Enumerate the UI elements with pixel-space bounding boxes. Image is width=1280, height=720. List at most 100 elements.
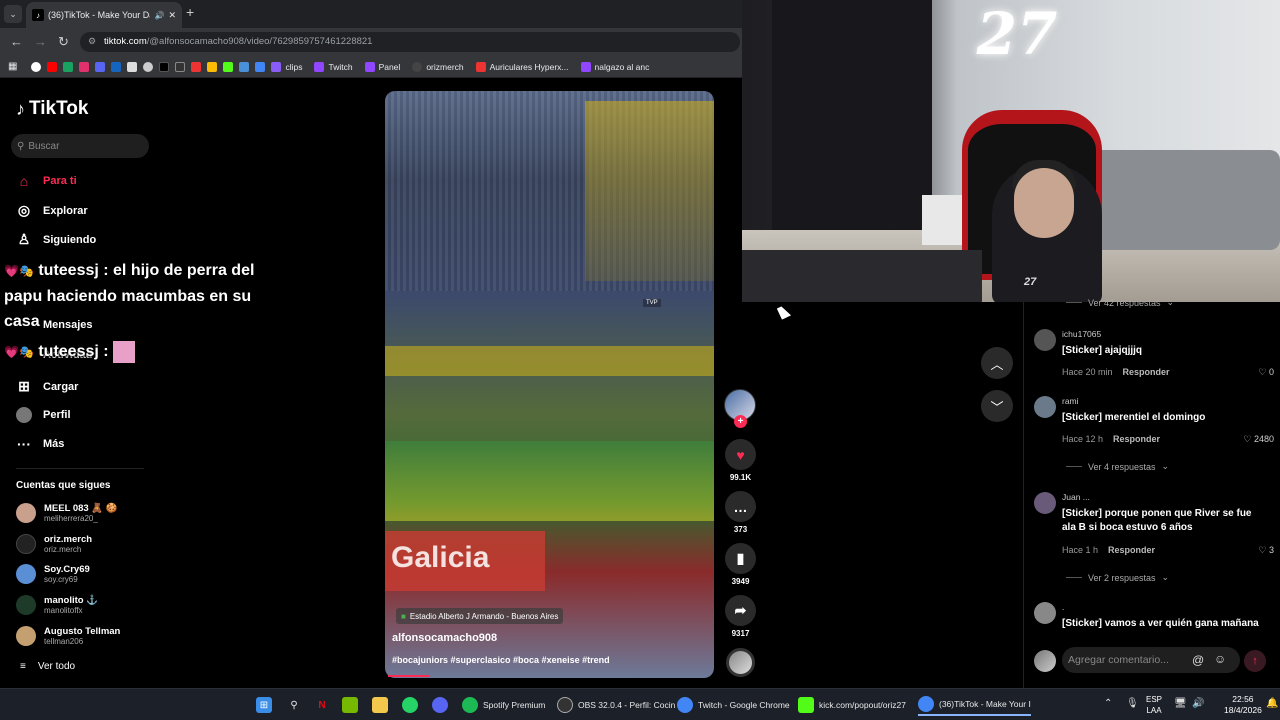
comment-like-button[interactable]: ♡ 3 — [1258, 545, 1274, 556]
nav-perfil[interactable]: Perfil — [16, 407, 71, 423]
bookmark-clips[interactable]: clips — [271, 61, 302, 72]
notification-icon[interactable]: 🔔 — [1266, 698, 1278, 709]
photos-bookmark-icon[interactable] — [207, 61, 218, 72]
share-button[interactable]: ➦ 9317 — [725, 595, 756, 638]
search-taskbar-button[interactable]: ⚲ — [286, 694, 302, 716]
kick-taskbar-button[interactable]: kick.com/popout/oriz27 — [798, 694, 906, 716]
close-tab-icon[interactable]: ✕ — [168, 10, 176, 21]
following-item[interactable]: Augusto Tellman tellman206 — [16, 626, 120, 646]
sheets-bookmark-icon[interactable] — [63, 61, 74, 72]
avatar[interactable] — [1034, 602, 1056, 624]
avatar[interactable] — [1034, 329, 1056, 351]
nav-para-ti[interactable]: ⌂ Para ti — [16, 173, 77, 189]
nav-siguiendo[interactable]: ♙ Siguiendo — [16, 231, 96, 248]
threads-bookmark-icon[interactable] — [175, 61, 186, 72]
translate-bookmark-icon[interactable] — [255, 61, 266, 72]
tab-tiktok[interactable]: ♪ (36)TikTok - Make Your Day 🔊 ✕ — [26, 2, 182, 28]
following-item[interactable]: oriz.merch oriz.merch — [16, 534, 92, 554]
whatsapp-taskbar-button[interactable] — [402, 694, 418, 716]
volume-icon[interactable]: 🔊 — [1192, 698, 1204, 709]
youtube-bookmark-icon[interactable] — [47, 61, 58, 72]
reply-button[interactable]: Responder — [1108, 545, 1155, 555]
tiktok-chrome-taskbar-button[interactable]: (36)TikTok - Make Your I — [918, 694, 1031, 716]
following-item[interactable]: MEEL 083 🧸 🍪 meliherrera20_ — [16, 503, 118, 523]
tray-overflow-icon[interactable]: ⌃ — [1104, 698, 1112, 709]
emoji-icon[interactable]: ☺ — [1214, 652, 1226, 666]
reply-button[interactable]: Responder — [1123, 367, 1170, 377]
save-button[interactable]: ▮ 3949 — [725, 543, 756, 586]
tiktok-bookmark-icon[interactable] — [159, 61, 170, 72]
comment-like-button[interactable]: ♡ 0 — [1258, 367, 1274, 378]
previous-video-button[interactable]: ︿ — [981, 347, 1013, 379]
apps-grid-icon[interactable]: ▦ — [8, 61, 17, 72]
comment-button[interactable]: … 373 — [725, 491, 756, 534]
start-button[interactable]: ⊞ — [256, 694, 272, 716]
location-tag[interactable]: ■ Estadio Alberto J Armando - Buenos Aire… — [396, 608, 564, 624]
video-hashtags[interactable]: #bocajuniors #superclasico #boca #xeneis… — [392, 655, 610, 665]
video-progress[interactable] — [388, 675, 430, 677]
speaker-icon[interactable]: 🔊 — [154, 11, 164, 20]
instagram-bookmark-icon[interactable] — [79, 61, 90, 72]
chrome-bookmark-icon[interactable] — [143, 61, 154, 72]
site-info-icon[interactable]: ⚙ — [88, 36, 96, 47]
like-button[interactable]: ♥ 99.1K — [725, 439, 756, 482]
nav-explorar[interactable]: ◎ Explorar — [16, 202, 88, 219]
following-item[interactable]: manolito ⚓ manolitoffx — [16, 595, 98, 615]
microphone-icon[interactable]: 🎙 — [1126, 698, 1139, 709]
twitch-chrome-taskbar-button[interactable]: Twitch - Google Chrome — [677, 694, 790, 716]
clock[interactable]: 22:56 18/4/2026 — [1224, 694, 1262, 716]
file-explorer-taskbar-button[interactable] — [372, 694, 388, 716]
bookmark-twitch[interactable]: Twitch — [314, 61, 353, 72]
music-disc-icon[interactable] — [726, 648, 755, 677]
video-player[interactable]: Galicia TVP — [385, 91, 714, 678]
whatsapp-icon — [402, 697, 418, 713]
spotify-taskbar-button[interactable]: Spotify Premium — [462, 694, 545, 716]
language-indicator[interactable]: ESP LAA — [1146, 694, 1162, 716]
discord-bookmark-icon[interactable] — [95, 61, 106, 72]
send-comment-button[interactable]: ↑ — [1244, 650, 1266, 672]
view-replies-button[interactable]: Ver 2 respuestas ⌄ — [1066, 572, 1169, 583]
see-all-button[interactable]: ≡ Ver todo — [20, 661, 75, 672]
follow-plus-icon[interactable]: + — [734, 415, 747, 428]
bookmark-nalgazo[interactable]: nalgazo al anc — [580, 61, 649, 72]
new-tab-button[interactable]: + — [186, 4, 194, 20]
bookmark-auriculares[interactable]: Auriculares Hyperx... — [475, 61, 569, 72]
next-video-button[interactable]: ﹀ — [981, 390, 1013, 422]
video-author[interactable]: alfonsocamacho908 — [392, 632, 497, 644]
obs-taskbar-button[interactable]: OBS 32.0.4 - Perfil: Cocin — [557, 694, 675, 716]
comment-like-button[interactable]: ♡ 2480 — [1243, 434, 1274, 445]
url-field[interactable]: ⚙ tiktok.com/@alfonsocamacho908/video/76… — [80, 32, 740, 52]
nav-cargar[interactable]: ⊞ Cargar — [16, 378, 78, 395]
discord-icon — [432, 697, 448, 713]
google-bookmark-icon[interactable] — [31, 61, 42, 72]
cloud-bookmark-icon[interactable] — [239, 61, 250, 72]
paypal-bookmark-icon[interactable] — [111, 61, 122, 72]
view-replies-button[interactable]: Ver 4 respuestas ⌄ — [1066, 461, 1169, 472]
github-bookmark-icon[interactable] — [127, 61, 138, 72]
download-bookmark-icon[interactable] — [191, 61, 202, 72]
discord-taskbar-button[interactable] — [432, 694, 448, 716]
neon-sign: 27 — [976, 0, 1058, 68]
forward-icon[interactable]: → — [34, 34, 47, 49]
bookmark-orizmerch[interactable]: orizmerch — [412, 61, 464, 72]
search-input[interactable]: ⚲ Buscar — [11, 134, 149, 158]
compass-icon: ◎ — [17, 202, 31, 218]
view-replies-button[interactable]: Ver 42 respuestas ⌄ — [1066, 297, 1174, 308]
nvidia-taskbar-button[interactable] — [342, 694, 358, 716]
bookmark-panel[interactable]: Panel — [364, 61, 400, 72]
avatar[interactable] — [1034, 492, 1056, 514]
nav-mas[interactable]: ··· Más — [16, 436, 64, 452]
tab-search-button[interactable]: ⌄ — [4, 5, 22, 23]
network-icon[interactable]: 🖥 — [1174, 698, 1187, 709]
mention-icon[interactable]: @ — [1192, 653, 1204, 667]
netflix-taskbar-button[interactable]: N — [314, 694, 330, 716]
kick-bookmark-icon[interactable] — [223, 61, 234, 72]
reload-icon[interactable]: ↻ — [58, 34, 69, 50]
chat-badge-icon: 💗🎭 — [4, 264, 34, 278]
reply-button[interactable]: Responder — [1113, 434, 1160, 444]
avatar[interactable] — [1034, 396, 1056, 418]
following-item[interactable]: Soy.Cry69 soy.cry69 — [16, 564, 90, 584]
back-icon[interactable]: ← — [10, 34, 23, 49]
tiktok-logo[interactable]: ♪ TikTok — [16, 98, 88, 120]
spotify-icon — [462, 697, 478, 713]
